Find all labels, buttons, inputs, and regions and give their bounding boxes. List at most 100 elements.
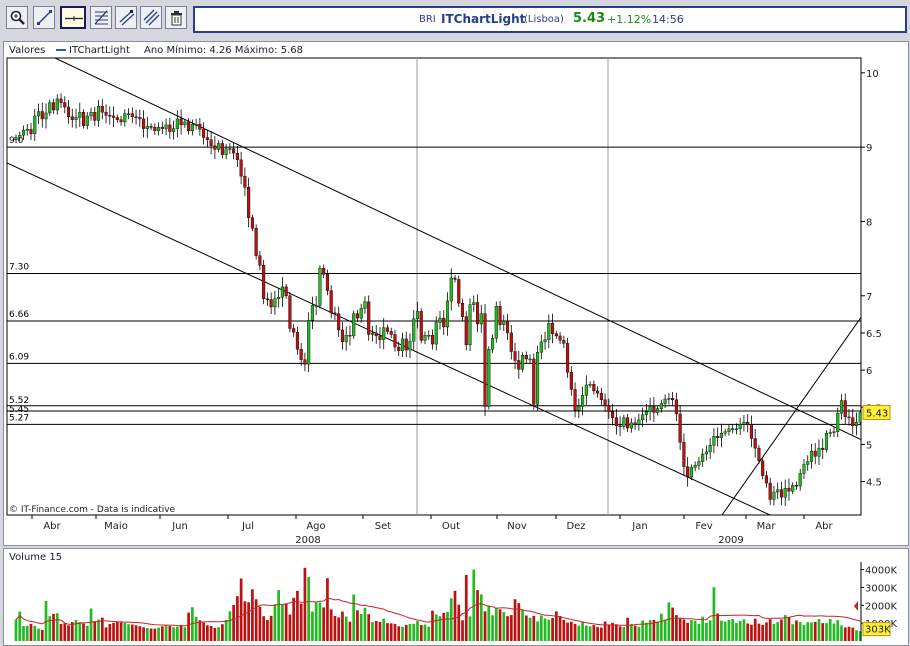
- candle-body: [228, 148, 232, 150]
- candle-body: [187, 121, 191, 132]
- candle-body: [442, 317, 446, 328]
- candle-body: [577, 406, 581, 411]
- candle-body: [134, 116, 138, 118]
- volume-panel-label: Volume 15: [9, 552, 63, 563]
- candle-body: [498, 305, 502, 325]
- candle-body: [505, 320, 510, 334]
- candle-body: [168, 124, 172, 132]
- candle-body: [280, 286, 284, 298]
- candle-body: [235, 152, 239, 161]
- candle-body: [119, 119, 123, 123]
- candle-body: [243, 175, 247, 188]
- candle-body: [806, 461, 810, 465]
- candle-body: [701, 453, 705, 462]
- candle-body: [115, 117, 119, 120]
- candle-body: [629, 422, 633, 429]
- candle-body: [198, 123, 202, 130]
- candle-body: [239, 159, 243, 177]
- candle-body: [127, 113, 131, 115]
- candle-body: [25, 129, 29, 131]
- candle-body: [307, 320, 311, 365]
- candle-body: [596, 390, 600, 394]
- candle-body: [96, 106, 101, 121]
- x-tick-label: Mar: [757, 521, 777, 532]
- candle-body: [821, 447, 825, 450]
- candle-body: [543, 339, 547, 343]
- candle-body: [599, 392, 603, 401]
- volume-panel: Volume 15: [3, 548, 909, 646]
- candle-body: [843, 400, 847, 418]
- candle-body: [404, 338, 408, 351]
- candle-body: [581, 395, 585, 407]
- candle-body: [794, 485, 799, 487]
- candle-body: [93, 112, 97, 121]
- candle-body: [839, 400, 844, 414]
- candle-body: [247, 187, 251, 218]
- x-tick-label: Abr: [815, 521, 833, 532]
- candle-body: [265, 298, 269, 300]
- candle-body: [652, 406, 656, 413]
- candle-body: [104, 112, 108, 116]
- candle-body: [854, 421, 859, 427]
- candle-body: [408, 340, 412, 351]
- candle-body: [727, 428, 731, 432]
- x-tick-label: Maio: [104, 521, 128, 532]
- candle-body: [292, 328, 296, 333]
- candle-body: [824, 433, 829, 450]
- candle-body: [520, 355, 525, 370]
- candle-body: [66, 106, 71, 117]
- candle-body: [322, 268, 326, 275]
- candle-body: [772, 491, 776, 500]
- candle-body: [487, 349, 491, 407]
- candle-body: [44, 112, 48, 120]
- candle-body: [329, 290, 333, 314]
- candle-body: [430, 334, 435, 345]
- candle-body: [389, 331, 393, 335]
- candle-body: [367, 301, 371, 335]
- candle-body: [517, 360, 521, 370]
- candle-body: [55, 98, 59, 111]
- candle-body: [851, 417, 855, 427]
- candle-body: [400, 338, 405, 351]
- candle-body: [190, 123, 194, 132]
- x-tick-label: Out: [442, 521, 460, 532]
- candle-body: [333, 312, 337, 315]
- candle-body: [63, 102, 67, 108]
- candle-body: [179, 118, 183, 126]
- y-tick-label: 6.5: [866, 329, 882, 340]
- candle-body: [194, 123, 198, 126]
- candle-body: [382, 327, 386, 340]
- candle-body: [479, 313, 483, 325]
- candle-body: [637, 419, 641, 425]
- candle-body: [641, 414, 645, 421]
- candle-body: [217, 143, 221, 150]
- candle-body: [449, 277, 453, 302]
- candle-body: [284, 286, 288, 296]
- candle-body: [746, 421, 750, 425]
- candle-body: [427, 334, 431, 337]
- candle-body: [224, 148, 228, 155]
- candle-body: [697, 461, 701, 466]
- y-tick-label: 5: [866, 440, 872, 451]
- candle-body: [460, 303, 465, 317]
- candle-body: [142, 118, 146, 129]
- candle-body: [689, 467, 693, 478]
- candle-body: [783, 488, 787, 498]
- candle-body: [250, 217, 254, 229]
- candle-body: [258, 255, 262, 266]
- candle-body: [269, 299, 273, 308]
- candle-body: [719, 433, 723, 438]
- candle-body: [262, 265, 266, 299]
- candle-body: [528, 358, 532, 361]
- y-tick-label: 6: [866, 366, 872, 377]
- candle-body: [592, 384, 596, 392]
- candle-body: [584, 384, 588, 396]
- candle-body: [618, 425, 622, 428]
- candle-body: [757, 447, 761, 461]
- candle-body: [667, 398, 671, 400]
- candle-body: [397, 346, 401, 351]
- candle-body: [295, 332, 299, 350]
- candle-body: [464, 316, 468, 346]
- candle-body: [551, 323, 555, 334]
- candle-body: [682, 441, 686, 467]
